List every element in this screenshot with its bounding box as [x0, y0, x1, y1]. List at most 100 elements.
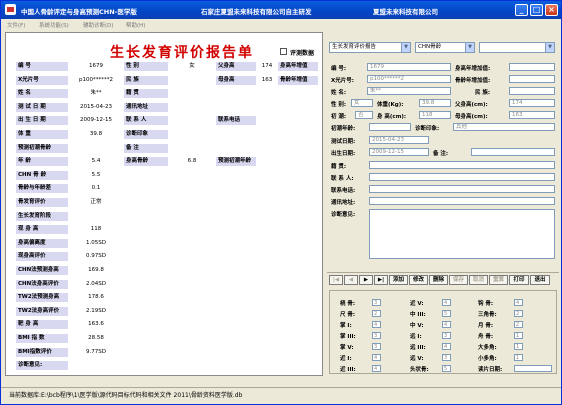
bone-inc-field[interactable] — [509, 75, 555, 83]
report-value: 28.58 — [70, 334, 122, 343]
bone-score-input[interactable]: 4 — [442, 299, 451, 306]
company-title: 夏盟未来科技有限公司 — [373, 8, 438, 16]
bone-score-input[interactable]: 5 — [442, 310, 451, 317]
edit-button[interactable]: 修改 — [409, 275, 428, 285]
report-label: 身高年增值 — [278, 62, 318, 71]
bone-score-input[interactable]: 3 — [372, 332, 381, 339]
next-record-button[interactable]: ▶ — [359, 275, 373, 285]
sex-field[interactable]: 女 — [351, 99, 373, 107]
menu-file[interactable]: 文件(F) — [7, 21, 25, 29]
phone-label: 联系电话: — [331, 188, 356, 194]
name-field[interactable]: 朱** — [367, 87, 451, 95]
report-value: 39.8 — [70, 130, 122, 139]
diag-impression-select[interactable]: 其他 — [453, 123, 555, 131]
report-label: X光片号 — [16, 75, 68, 85]
report-label: 联系电话 — [216, 116, 256, 126]
bone-label: 钩 骨: — [478, 301, 494, 307]
weight-field[interactable]: 39.8 — [419, 99, 451, 107]
print-button[interactable]: 打印 — [509, 275, 529, 285]
bone-score-input[interactable]: 1 — [514, 343, 523, 350]
report-label: 靶 身 高 — [16, 320, 68, 330]
origin-field[interactable] — [369, 161, 555, 169]
menu-help[interactable]: 帮助(H) — [126, 21, 145, 29]
close-button[interactable]: × — [545, 4, 558, 16]
father-height-field[interactable]: 174 — [509, 99, 555, 107]
menarche-age-field[interactable] — [369, 123, 411, 131]
bone-label: 近 I: — [340, 356, 352, 362]
bone-label: 尺 骨: — [340, 312, 356, 318]
height-inc-label: 身高年增加值: — [455, 66, 491, 72]
chevron-down-icon: ▼ — [465, 43, 474, 52]
report-label: 联 系 人 — [124, 116, 168, 126]
report-value: 2015-04-23 — [70, 102, 122, 112]
report-value: 0.97SD — [70, 252, 122, 262]
bone-score-input[interactable]: 3 — [372, 299, 381, 306]
bone-score-input[interactable]: 3 — [442, 354, 451, 361]
maximize-button[interactable]: □ — [530, 4, 543, 16]
bone-score-input[interactable]: 1 — [514, 332, 523, 339]
bone-score-input[interactable]: 1 — [514, 354, 523, 361]
report-label: 身高骨龄 — [124, 157, 168, 167]
bone-score-input[interactable]: 4 — [442, 321, 451, 328]
first-record-button[interactable]: |◀ — [329, 275, 343, 285]
ethnic-field[interactable] — [509, 87, 555, 95]
bone-label: 远 III: — [410, 345, 426, 351]
menu-diagnosis[interactable]: 辅助诊断(D) — [83, 21, 114, 29]
name-label: 姓 名: — [331, 90, 347, 96]
birth-date-field[interactable]: 2009-12-15 — [369, 148, 429, 156]
delete-button[interactable]: 删除 — [429, 275, 448, 285]
exit-button[interactable]: 退出 — [530, 275, 550, 285]
xray-field[interactable]: p100******2 — [367, 75, 451, 83]
report-label: CHN法身高评价 — [16, 279, 68, 289]
phone-field[interactable] — [369, 185, 555, 193]
report-label: 现 身 高 — [16, 225, 68, 235]
report-label: 姓 名 — [16, 89, 68, 99]
add-button[interactable]: 添加 — [389, 275, 408, 285]
report-value: 9.77SD — [70, 347, 122, 357]
minimize-button[interactable]: _ — [515, 4, 528, 16]
opinion-field[interactable] — [369, 209, 555, 259]
menu-bar: 文件(F) 系统功能(S) 辅助诊断(D) 帮助(H) — [1, 19, 561, 30]
address-field[interactable] — [369, 197, 555, 205]
report-label: 出 生 日 期 — [16, 116, 68, 126]
height-field[interactable]: 118 — [419, 111, 451, 119]
test-date-field[interactable]: 2015-04-23 — [369, 136, 429, 144]
report-value: 5.5 — [70, 170, 122, 180]
bone-score-input[interactable]: 4 — [442, 343, 451, 350]
bone-score-input[interactable]: 2 — [372, 310, 381, 317]
developer-title: 石家庄夏盟未来科技有限公司自主研发 — [201, 8, 312, 16]
report-label: CHN 骨 龄 — [16, 170, 68, 180]
id-field[interactable]: 1679 — [367, 63, 451, 71]
bone-score-input[interactable]: 2 — [514, 310, 523, 317]
bone-score-input[interactable]: 5 — [442, 365, 451, 372]
note-field[interactable] — [471, 148, 555, 156]
bone-score-input[interactable]: 3 — [442, 332, 451, 339]
contact-field[interactable] — [369, 173, 555, 181]
recalc-button[interactable]: 重算 — [489, 275, 508, 285]
bone-score-input[interactable]: 3 — [372, 343, 381, 350]
menu-system[interactable]: 系统功能(S) — [39, 21, 69, 29]
report-value: 正常 — [70, 198, 122, 207]
bone-score-input[interactable]: 4 — [514, 299, 523, 306]
save-button[interactable]: 保存 — [449, 275, 468, 285]
report-value: 2.04SD — [70, 279, 122, 289]
contact-label: 联 系 人: — [331, 176, 354, 182]
bone-score-input[interactable] — [514, 365, 552, 372]
mother-height-field[interactable]: 163 — [509, 111, 555, 119]
menarche-field[interactable]: 否 — [355, 111, 373, 119]
prev-record-button[interactable]: ◀ — [344, 275, 358, 285]
bone-score-input[interactable]: 2 — [514, 321, 523, 328]
last-record-button[interactable]: ▶| — [374, 275, 388, 285]
extra-select[interactable]: ▼ — [479, 42, 555, 53]
height-label: 身 高(cm): — [377, 114, 407, 120]
bone-score-input[interactable]: 4 — [372, 365, 381, 372]
eval-data-checkbox[interactable] — [280, 48, 287, 55]
report-label: 体 重 — [16, 130, 68, 139]
bone-score-input[interactable]: 4 — [372, 321, 381, 328]
report-type-select[interactable]: 生长发育评价报告 ▼ — [329, 42, 411, 53]
bone-score-grid: 桡 骨: 3 近 V: 4 钩 骨: 4 尺 骨: 2 中 III: 5 三角骨: 2 掌 I: 4 中 V… — [329, 290, 557, 374]
cancel-button[interactable]: 取消 — [469, 275, 488, 285]
method-select[interactable]: CHN骨龄 ▼ — [415, 42, 475, 53]
height-inc-field[interactable] — [509, 63, 555, 71]
bone-score-input[interactable]: 4 — [372, 354, 381, 361]
